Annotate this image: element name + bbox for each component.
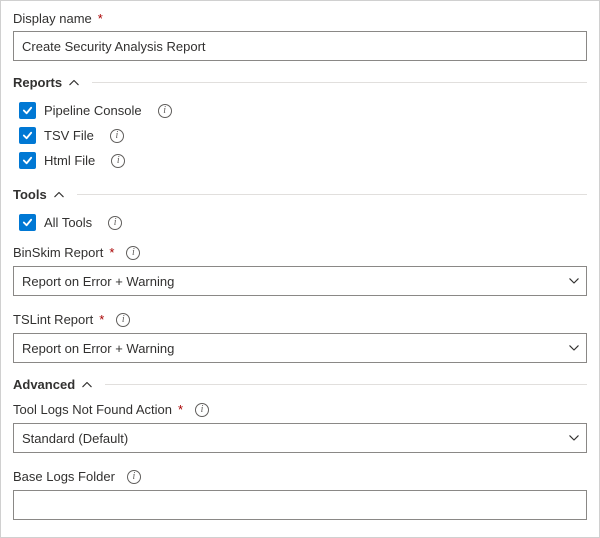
binskim-label-text: BinSkim Report [13, 245, 103, 260]
not-found-select-value: Standard (Default) [22, 431, 128, 446]
reports-item-pipeline-console: Pipeline Console [13, 98, 587, 123]
section-divider [105, 384, 587, 385]
required-mark: * [178, 402, 183, 417]
reports-item-html-file: Html File [13, 148, 587, 173]
tools-section-header[interactable]: Tools [13, 187, 587, 202]
display-name-input[interactable] [13, 31, 587, 61]
reports-item-tsv-file: TSV File [13, 123, 587, 148]
reports-section-title: Reports [13, 75, 62, 90]
tools-item-all-tools: All Tools [13, 210, 587, 235]
not-found-select[interactable]: Standard (Default) [13, 423, 587, 453]
required-mark: * [99, 312, 104, 327]
info-icon[interactable] [127, 470, 141, 484]
binskim-select[interactable]: Report on Error + Warning [13, 266, 587, 296]
section-divider [92, 82, 587, 83]
tools-section-title: Tools [13, 187, 47, 202]
chevron-up-icon [68, 77, 80, 89]
info-icon[interactable] [126, 246, 140, 260]
task-config-panel: Display name * Reports Pipeline Console … [0, 0, 600, 538]
base-logs-input[interactable] [13, 490, 587, 520]
base-logs-label-text: Base Logs Folder [13, 469, 115, 484]
required-mark: * [109, 245, 114, 260]
display-name-label-text: Display name [13, 11, 92, 26]
tslint-label: TSLint Report * [13, 312, 587, 327]
binskim-select-value: Report on Error + Warning [22, 274, 174, 289]
not-found-label-text: Tool Logs Not Found Action [13, 402, 172, 417]
info-icon[interactable] [110, 129, 124, 143]
section-divider [77, 194, 587, 195]
checkbox-label: All Tools [44, 215, 92, 230]
binskim-select-wrap: Report on Error + Warning [13, 266, 587, 296]
not-found-label: Tool Logs Not Found Action * [13, 402, 587, 417]
advanced-section-header[interactable]: Advanced [13, 377, 587, 392]
checkbox-all-tools[interactable] [19, 214, 36, 231]
info-icon[interactable] [158, 104, 172, 118]
tslint-select[interactable]: Report on Error + Warning [13, 333, 587, 363]
base-logs-label: Base Logs Folder [13, 469, 587, 484]
advanced-section-title: Advanced [13, 377, 75, 392]
tslint-select-value: Report on Error + Warning [22, 341, 174, 356]
tslint-label-text: TSLint Report [13, 312, 93, 327]
tslint-select-wrap: Report on Error + Warning [13, 333, 587, 363]
info-icon[interactable] [195, 403, 209, 417]
binskim-label: BinSkim Report * [13, 245, 587, 260]
checkbox-html-file[interactable] [19, 152, 36, 169]
not-found-select-wrap: Standard (Default) [13, 423, 587, 453]
checkbox-label: Pipeline Console [44, 103, 142, 118]
checkbox-label: TSV File [44, 128, 94, 143]
info-icon[interactable] [116, 313, 130, 327]
reports-section-header[interactable]: Reports [13, 75, 587, 90]
info-icon[interactable] [108, 216, 122, 230]
required-mark: * [98, 11, 103, 26]
chevron-up-icon [81, 379, 93, 391]
checkbox-tsv-file[interactable] [19, 127, 36, 144]
checkbox-pipeline-console[interactable] [19, 102, 36, 119]
chevron-up-icon [53, 189, 65, 201]
checkbox-label: Html File [44, 153, 95, 168]
display-name-label: Display name * [13, 11, 587, 26]
info-icon[interactable] [111, 154, 125, 168]
